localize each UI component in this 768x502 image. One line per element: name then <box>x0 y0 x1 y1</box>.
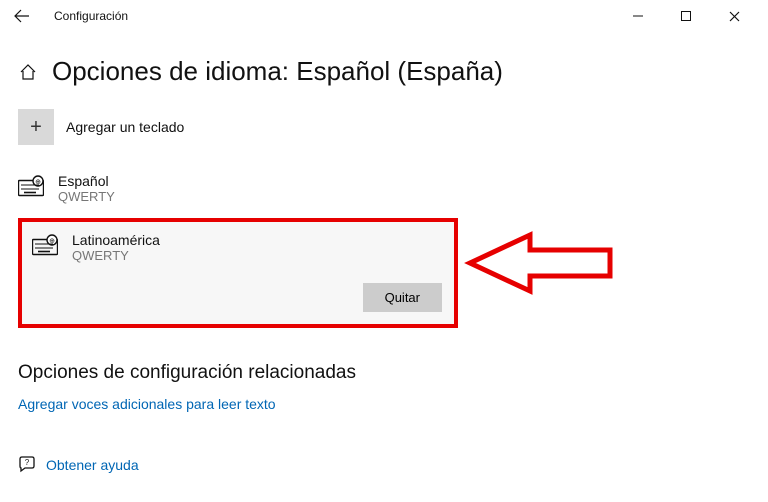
keyboard-icon: ⊕ <box>32 234 60 256</box>
home-button[interactable] <box>18 63 38 81</box>
link-text: Agregar voces adicionales para leer text… <box>18 396 276 412</box>
page-header: Opciones de idioma: Español (España) <box>18 56 750 87</box>
selected-keyboard-panel: ⊕ Latinoamérica QWERTY Quitar <box>18 218 458 328</box>
page-title: Opciones de idioma: Español (España) <box>52 56 503 87</box>
help-chat-icon: ? <box>18 456 36 474</box>
keyboard-name: Latinoamérica <box>72 232 160 248</box>
keyboard-icon: ⊕ <box>18 175 46 197</box>
annotation-arrow-icon <box>460 215 620 311</box>
minimize-button[interactable] <box>620 2 656 30</box>
close-icon <box>729 11 740 22</box>
plus-icon: + <box>18 109 54 145</box>
keyboard-name: Español <box>58 173 115 189</box>
close-button[interactable] <box>716 2 752 30</box>
window-title: Configuración <box>54 9 128 23</box>
add-keyboard-button[interactable]: + Agregar un teclado <box>18 109 750 145</box>
window-controls <box>620 2 760 30</box>
minimize-icon <box>633 11 643 21</box>
get-help-link[interactable]: ? Obtener ayuda <box>18 456 750 474</box>
keyboard-layout: QWERTY <box>58 189 115 204</box>
svg-text:?: ? <box>25 458 30 467</box>
home-icon <box>19 63 37 81</box>
back-button[interactable] <box>8 2 36 30</box>
maximize-button[interactable] <box>668 2 704 30</box>
keyboard-layout: QWERTY <box>72 248 160 263</box>
related-settings-heading: Opciones de configuración relacionadas <box>18 362 750 384</box>
help-label: Obtener ayuda <box>46 457 139 473</box>
titlebar: Configuración <box>0 0 768 32</box>
keyboard-item-espanol[interactable]: ⊕ Español QWERTY <box>18 171 750 218</box>
maximize-icon <box>681 11 691 21</box>
add-voices-link[interactable]: Agregar voces adicionales para leer text… <box>18 396 750 412</box>
remove-keyboard-button[interactable]: Quitar <box>363 283 442 312</box>
add-keyboard-label: Agregar un teclado <box>66 119 184 135</box>
back-arrow-icon <box>14 8 30 24</box>
keyboard-item-latinoamerica[interactable]: ⊕ Latinoamérica QWERTY <box>32 232 442 263</box>
